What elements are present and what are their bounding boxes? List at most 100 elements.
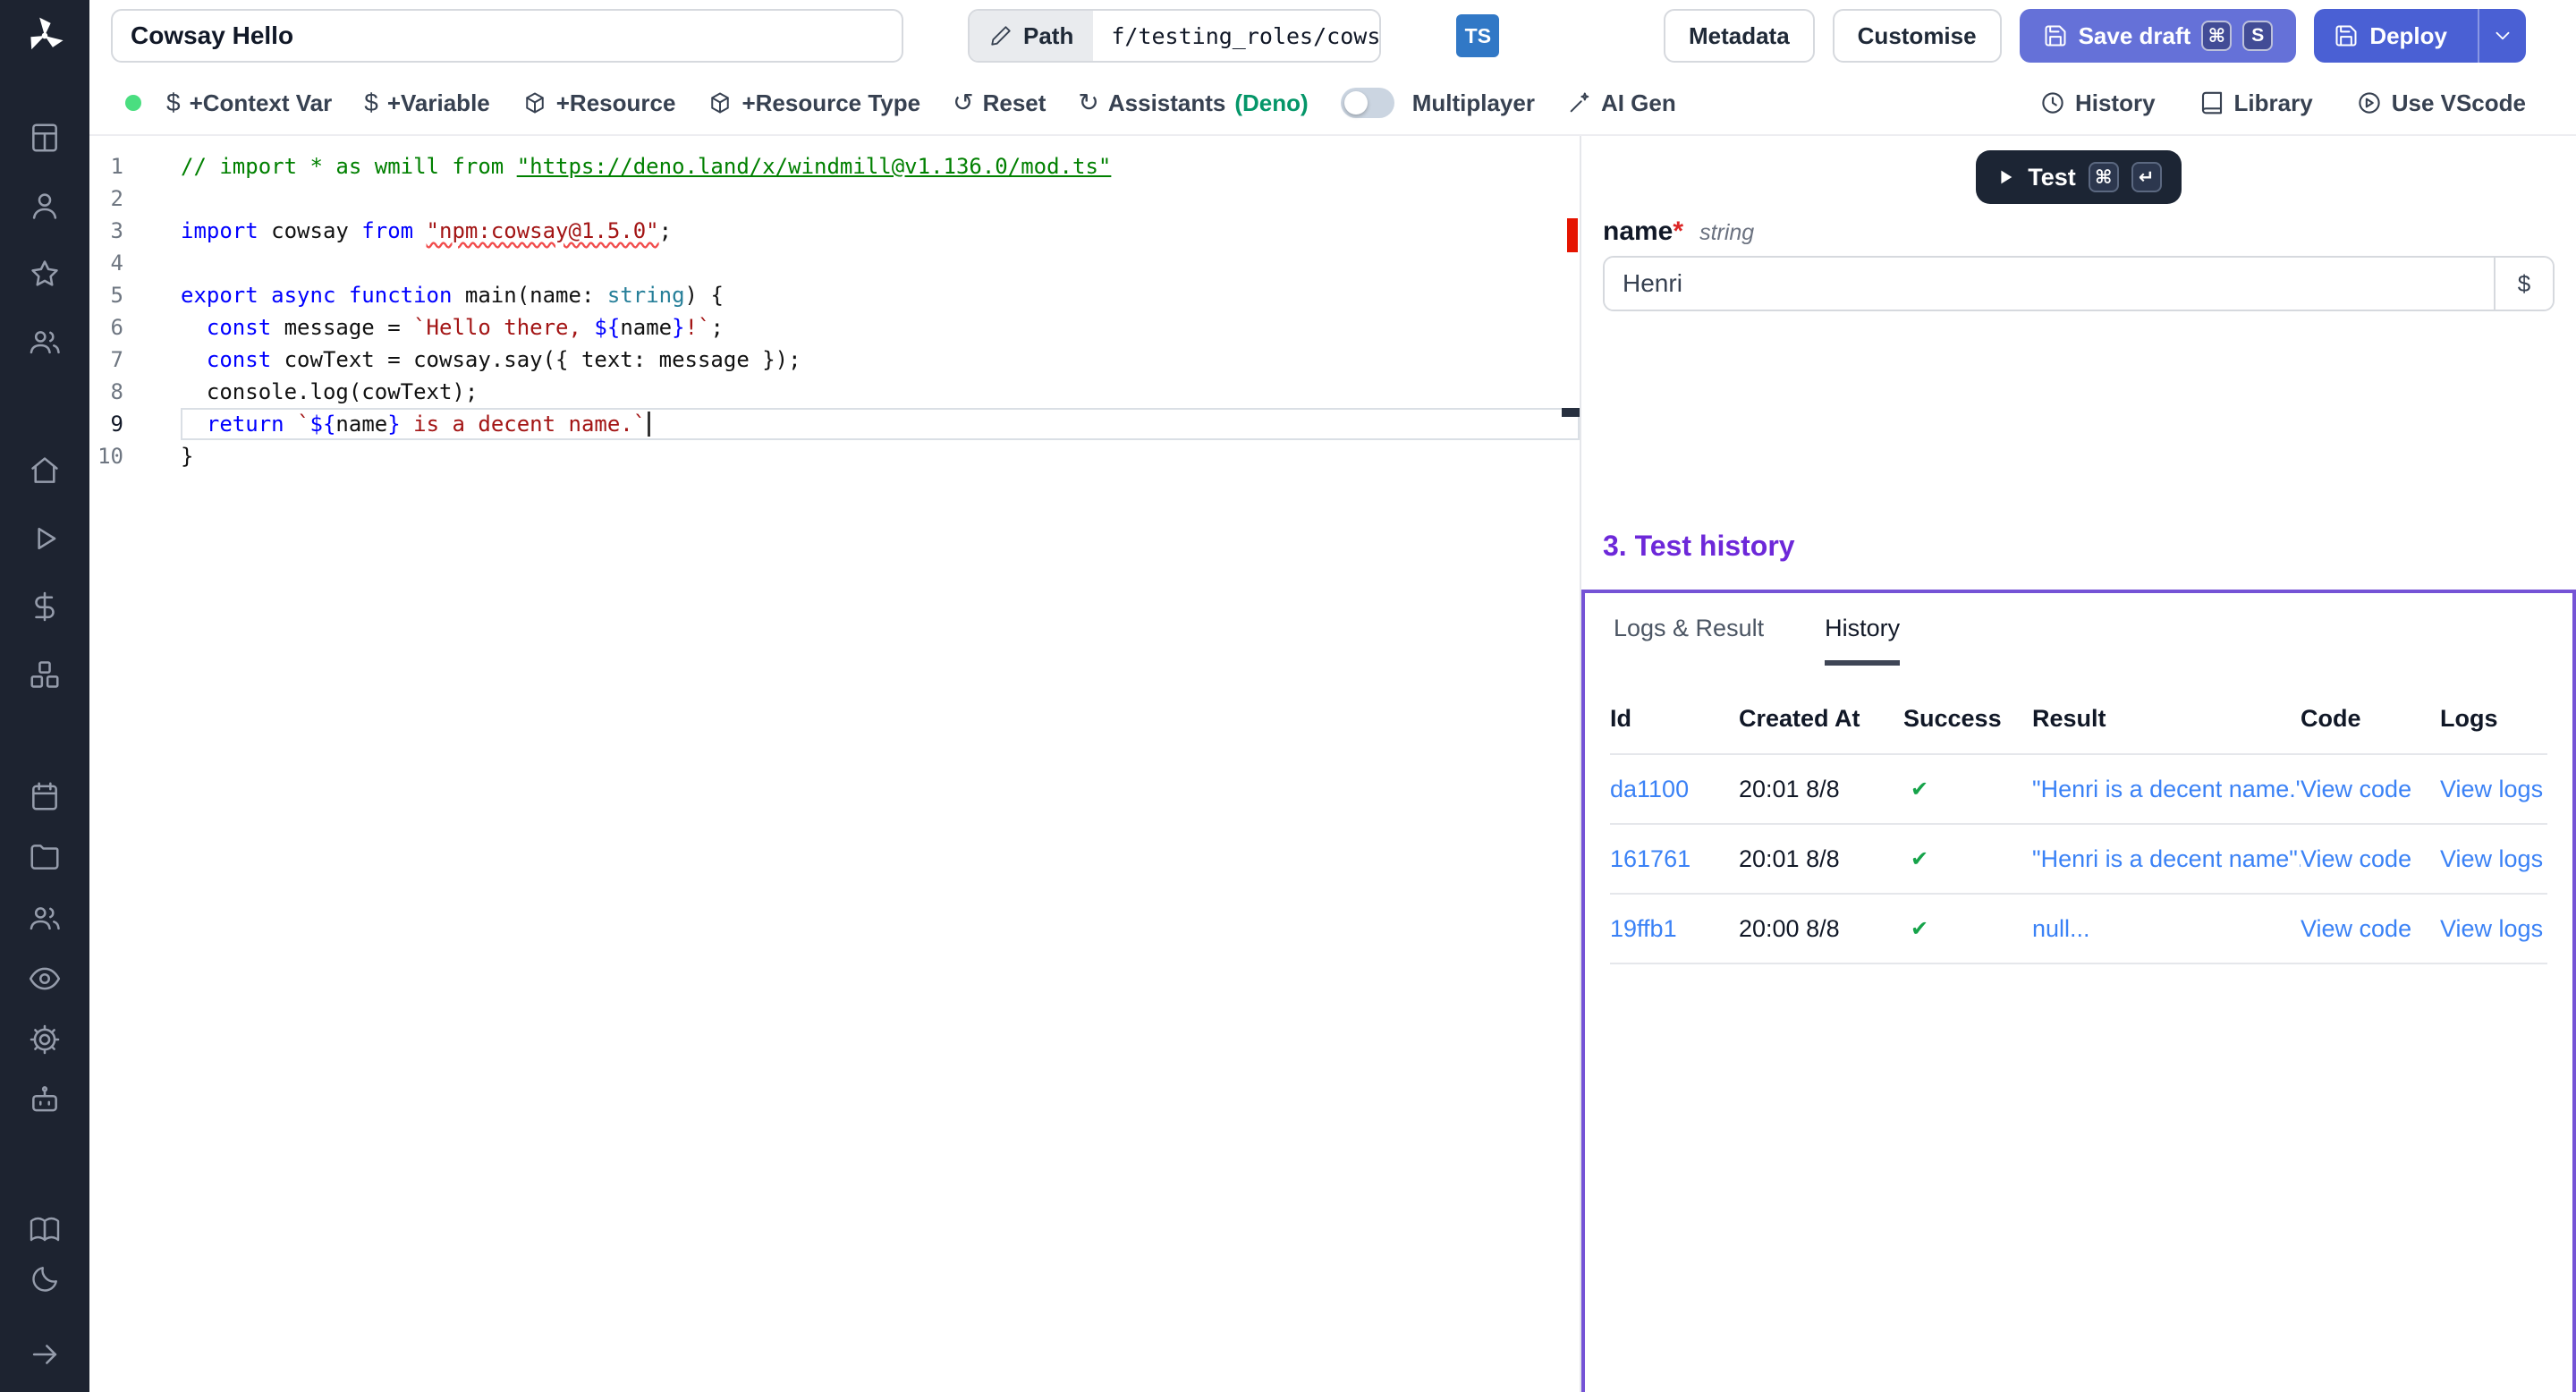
boxes-icon xyxy=(28,658,62,692)
sidebar-item-home[interactable] xyxy=(0,437,89,505)
code-line[interactable]: export async function main(name: string)… xyxy=(181,279,1580,311)
code-line[interactable]: import cowsay from "npm:cowsay@1.5.0"; xyxy=(181,215,1580,247)
code-line[interactable]: return `${name} is a decent name.` xyxy=(181,408,1580,440)
sidebar-item-members[interactable] xyxy=(0,308,89,376)
sidebar-item-user[interactable] xyxy=(0,172,89,240)
cell-code[interactable]: View code xyxy=(2301,915,2440,943)
add-variable-button[interactable]: $ +Variable xyxy=(364,89,490,117)
multiplayer-toggle[interactable] xyxy=(1341,88,1394,118)
save-draft-button[interactable]: Save draft ⌘ S xyxy=(2020,9,2297,63)
sidebar-item-runs[interactable] xyxy=(0,505,89,573)
windmill-logo[interactable] xyxy=(0,0,89,72)
test-button[interactable]: Test ⌘ ↵ xyxy=(1976,150,2182,204)
cell-code[interactable]: View code xyxy=(2301,776,2440,803)
deploy-dropdown-button[interactable] xyxy=(2478,9,2526,63)
use-vscode-button[interactable]: Use VScode xyxy=(2356,89,2526,117)
add-resource-type-button[interactable]: +Resource Type xyxy=(708,89,920,117)
column-header: Id xyxy=(1610,705,1739,733)
history-button[interactable]: History xyxy=(2039,89,2156,117)
sidebar-item-groups[interactable] xyxy=(0,887,89,948)
code-line[interactable] xyxy=(181,182,1580,215)
tab-logs-result[interactable]: Logs & Result xyxy=(1614,615,1764,666)
sidebar-item-resources[interactable] xyxy=(0,641,89,709)
cell-id[interactable]: da1100 xyxy=(1610,776,1739,803)
code-line[interactable]: // import * as wmill from "https://deno.… xyxy=(181,150,1580,182)
save-draft-label: Save draft xyxy=(2079,22,2191,50)
code-line[interactable]: const cowText = cowsay.say({ text: messa… xyxy=(181,344,1580,376)
multiplayer-item: Multiplayer xyxy=(1341,88,1535,118)
code-line[interactable]: console.log(cowText); xyxy=(181,376,1580,408)
script-name-input[interactable] xyxy=(111,9,903,63)
assistants-button[interactable]: ↻ Assistants (Deno) xyxy=(1078,89,1308,117)
insert-variable-button[interactable]: $ xyxy=(2494,258,2553,310)
deploy-main[interactable]: Deploy xyxy=(2314,9,2467,63)
toolbar-right: History Library Use VScode xyxy=(2039,89,2526,117)
wand-icon xyxy=(1567,90,1592,115)
table-row: 16176120:01 8/8✔"Henri is a decent name"… xyxy=(1610,825,2547,895)
code-token: name xyxy=(335,412,387,437)
sidebar-item-schedules[interactable] xyxy=(0,766,89,827)
cell-result[interactable]: "Henri is a decent name"... xyxy=(2032,845,2301,873)
toggle-knob xyxy=(1344,91,1368,115)
code-token: cowsay xyxy=(258,218,362,243)
dark-mode-toggle[interactable] xyxy=(0,1254,89,1304)
cell-logs[interactable]: View logs xyxy=(2440,776,2547,803)
column-header: Logs xyxy=(2440,705,2547,733)
history-table: IdCreated AtSuccessResultCodeLogs da1100… xyxy=(1610,683,2547,964)
tab-history[interactable]: History xyxy=(1825,615,1900,666)
sidebar-item-apps[interactable] xyxy=(0,104,89,172)
arg-value-input[interactable] xyxy=(1605,258,2494,310)
cell-result[interactable]: "Henri is a decent name."... xyxy=(2032,776,2301,803)
sidebar-item-docs[interactable] xyxy=(0,1204,89,1254)
sidebar-item-workers[interactable] xyxy=(0,1070,89,1131)
code-token: main(name: xyxy=(452,283,606,308)
ai-gen-button[interactable]: AI Gen xyxy=(1567,89,1676,117)
cell-logs[interactable]: View logs xyxy=(2440,915,2547,943)
path-value[interactable]: f/testing_roles/cowsa xyxy=(1093,11,1379,61)
line-number: 2 xyxy=(89,182,123,215)
cell-id[interactable]: 19ffb1 xyxy=(1610,915,1739,943)
code-line[interactable]: const message = `Hello there, ${name}!`; xyxy=(181,311,1580,344)
sidebar-item-favorites[interactable] xyxy=(0,240,89,308)
metadata-button[interactable]: Metadata xyxy=(1664,9,1815,63)
code-token: cowText = cowsay.say({ text: message }); xyxy=(271,347,801,372)
customise-button[interactable]: Customise xyxy=(1833,9,2002,63)
line-number: 6 xyxy=(89,311,123,344)
line-number: 5 xyxy=(89,279,123,311)
code-token: ${ xyxy=(310,412,336,437)
table-row: da110020:01 8/8✔"Henri is a decent name.… xyxy=(1610,755,2547,825)
add-resource-button[interactable]: +Resource xyxy=(522,89,676,117)
library-icon xyxy=(2199,89,2225,116)
sidebar-item-settings[interactable] xyxy=(0,1009,89,1070)
main-column: Path f/testing_roles/cowsa TS Metadata C… xyxy=(89,0,2576,1392)
line-number: 4 xyxy=(89,247,123,279)
path-edit-button[interactable]: Path xyxy=(970,11,1093,61)
sidebar-expand-button[interactable] xyxy=(0,1324,89,1385)
code-token: } xyxy=(672,315,684,340)
cell-logs[interactable]: View logs xyxy=(2440,845,2547,873)
code-line[interactable]: } xyxy=(181,440,1580,472)
kbd-cmd: ⌘ xyxy=(2201,21,2232,51)
reset-button[interactable]: ↺ Reset xyxy=(953,89,1046,117)
cell-id[interactable]: 161761 xyxy=(1610,845,1739,873)
cell-code[interactable]: View code xyxy=(2301,845,2440,873)
code-token xyxy=(284,412,297,437)
cell-result[interactable]: null... xyxy=(2032,915,2301,943)
path-group[interactable]: Path f/testing_roles/cowsa xyxy=(968,9,1381,63)
use-vscode-label: Use VScode xyxy=(2392,89,2526,117)
code-token: } xyxy=(181,444,193,469)
deploy-button[interactable]: Deploy xyxy=(2314,9,2526,63)
package-icon xyxy=(522,90,547,115)
sidebar-item-variables[interactable] xyxy=(0,573,89,641)
code-editor[interactable]: 12345678910 // import * as wmill from "h… xyxy=(89,136,1581,1392)
code-token: ` xyxy=(297,412,309,437)
sidebar-item-folders[interactable] xyxy=(0,827,89,887)
argument-field: name * string $ xyxy=(1581,216,2576,311)
library-button[interactable]: Library xyxy=(2199,89,2313,117)
history-table-body: da110020:01 8/8✔"Henri is a decent name.… xyxy=(1610,755,2547,964)
add-context-var-button[interactable]: $ +Context Var xyxy=(166,89,332,117)
column-header: Created At xyxy=(1739,705,1903,733)
code-line[interactable] xyxy=(181,247,1580,279)
code-token xyxy=(258,283,271,308)
sidebar-item-audit-logs[interactable] xyxy=(0,948,89,1009)
